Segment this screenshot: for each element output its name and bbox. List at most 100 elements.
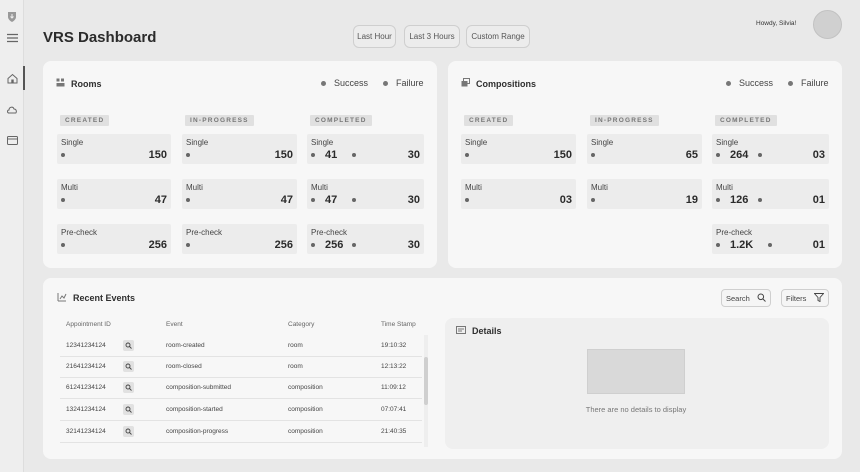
shield-icon: [5, 10, 19, 24]
comp-created-multi[interactable]: Multi 03: [461, 179, 576, 209]
bullet-icon: [465, 153, 469, 157]
details-header: Details: [456, 326, 502, 336]
success-dot-icon: [726, 80, 731, 86]
col-category[interactable]: Category: [288, 321, 314, 328]
rooms-completed-multi[interactable]: Multi 47 30: [307, 179, 424, 209]
comp-completed-single[interactable]: Single 264 03: [712, 134, 829, 164]
stat-label: Single: [186, 138, 209, 147]
failure-value: 30: [407, 149, 420, 161]
rooms-created-multi[interactable]: Multi 47: [57, 179, 171, 209]
legend-failure-label: Failure: [801, 78, 829, 88]
stat-value: 150: [274, 149, 293, 161]
success-dot-icon: [321, 80, 326, 86]
stat-label: Single: [61, 138, 84, 147]
rooms-completed-precheck[interactable]: Pre-check 256 30: [307, 224, 424, 254]
recent-events-header: Recent Events: [57, 292, 135, 304]
cloud-icon[interactable]: [5, 103, 19, 117]
col-timestamp[interactable]: Time Stamp: [381, 321, 416, 328]
failure-bullet-icon: [768, 243, 773, 247]
success-bullet-icon: [716, 198, 720, 202]
stat-value: 65: [685, 149, 698, 161]
rooms-inprogress-precheck[interactable]: Pre-check 256: [182, 224, 297, 254]
cell-event: composition-submitted: [166, 384, 232, 391]
search-icon: [757, 293, 766, 304]
magnify-icon[interactable]: [123, 426, 134, 437]
comp-completed-precheck[interactable]: Pre-check 1.2K 01: [712, 224, 829, 254]
col-appointment-id[interactable]: Appointment ID: [66, 321, 111, 328]
rooms-created-single[interactable]: Single 150: [57, 134, 171, 164]
stat-value: 19: [685, 194, 698, 206]
success-value: 256: [325, 239, 344, 251]
magnify-icon[interactable]: [123, 361, 134, 372]
cell-category: composition: [288, 428, 323, 435]
compositions-title: Compositions: [476, 78, 536, 89]
stat-value: 256: [148, 239, 167, 251]
table-row[interactable]: 12341234124 room-created room 19:10:32: [60, 336, 422, 357]
success-bullet-icon: [716, 243, 720, 247]
avatar[interactable]: [813, 10, 842, 39]
cell-category: room: [288, 363, 303, 370]
card-icon[interactable]: [5, 133, 19, 147]
failure-dot-icon: [788, 80, 794, 86]
rooms-created-precheck[interactable]: Pre-check 256: [57, 224, 171, 254]
cell-category: composition: [288, 384, 323, 391]
comp-completed-multi[interactable]: Multi 126 01: [712, 179, 829, 209]
rooms-inprogress-single[interactable]: Single 150: [182, 134, 297, 164]
rooms-inprogress-multi[interactable]: Multi 47: [182, 179, 297, 209]
compositions-legend: Success Failure: [726, 78, 829, 88]
magnify-icon[interactable]: [123, 382, 134, 393]
stat-value: 03: [559, 194, 572, 206]
rooms-completed-single[interactable]: Single 41 30: [307, 134, 424, 164]
magnify-icon[interactable]: [123, 340, 134, 351]
bullet-icon: [186, 153, 190, 157]
table-scroll-thumb[interactable]: [424, 357, 428, 405]
magnify-icon[interactable]: [123, 404, 134, 415]
stat-label: Pre-check: [716, 228, 753, 237]
legend-success: Success: [726, 78, 773, 88]
cell-event: composition-progress: [166, 428, 229, 435]
cell-id: 13241234124: [66, 406, 106, 413]
filters-button[interactable]: Filters: [781, 289, 829, 307]
range-last-3-hours-button[interactable]: Last 3 Hours: [404, 25, 460, 48]
rooms-created-badge: CREATED: [60, 115, 110, 126]
stat-label: Multi: [311, 183, 328, 192]
rooms-title: Rooms: [71, 78, 102, 89]
cell-event: composition-started: [166, 406, 223, 413]
comp-created-single[interactable]: Single 150: [461, 134, 576, 164]
cell-time: 19:10:32: [381, 342, 407, 349]
menu-icon[interactable]: [5, 31, 19, 45]
cell-time: 12:13:22: [381, 363, 407, 370]
success-value: 1.2K: [730, 239, 754, 251]
cell-category: room: [288, 342, 303, 349]
bullet-icon: [186, 243, 190, 247]
stat-value: 47: [154, 194, 167, 206]
left-rail: [0, 0, 25, 472]
col-event[interactable]: Event: [166, 321, 183, 328]
table-row[interactable]: 13241234124 composition-started composit…: [60, 400, 422, 421]
stat-value: 256: [274, 239, 293, 251]
rooms-completed-badge: COMPLETED: [310, 115, 372, 126]
cell-time: 07:07:41: [381, 406, 407, 413]
page-title: VRS Dashboard: [43, 29, 157, 46]
legend-failure-label: Failure: [396, 78, 424, 88]
cell-id: 21641234124: [66, 363, 106, 370]
cell-time: 11:09:12: [381, 384, 406, 391]
table-row[interactable]: 61241234124 composition-submitted compos…: [60, 378, 422, 399]
comp-created-badge: CREATED: [464, 115, 514, 126]
success-value: 264: [730, 149, 749, 161]
bullet-icon: [591, 153, 595, 157]
home-icon[interactable]: [5, 71, 19, 85]
range-last-hour-button[interactable]: Last Hour: [353, 25, 396, 48]
search-button[interactable]: Search: [721, 289, 771, 307]
comp-inprogress-single[interactable]: Single 65: [587, 134, 702, 164]
stat-label: Single: [465, 138, 488, 147]
table-row[interactable]: 32141234124 composition-progress composi…: [60, 422, 422, 443]
table-row[interactable]: 21641234124 room-closed room 12:13:22: [60, 357, 422, 378]
comp-inprogress-multi[interactable]: Multi 19: [587, 179, 702, 209]
bullet-icon: [186, 198, 190, 202]
range-custom-button[interactable]: Custom Range: [466, 25, 530, 48]
stat-label: Multi: [186, 183, 203, 192]
comp-inprogress-badge: IN-PROGRESS: [590, 115, 659, 126]
failure-bullet-icon: [352, 243, 357, 247]
failure-bullet-icon: [758, 153, 763, 157]
